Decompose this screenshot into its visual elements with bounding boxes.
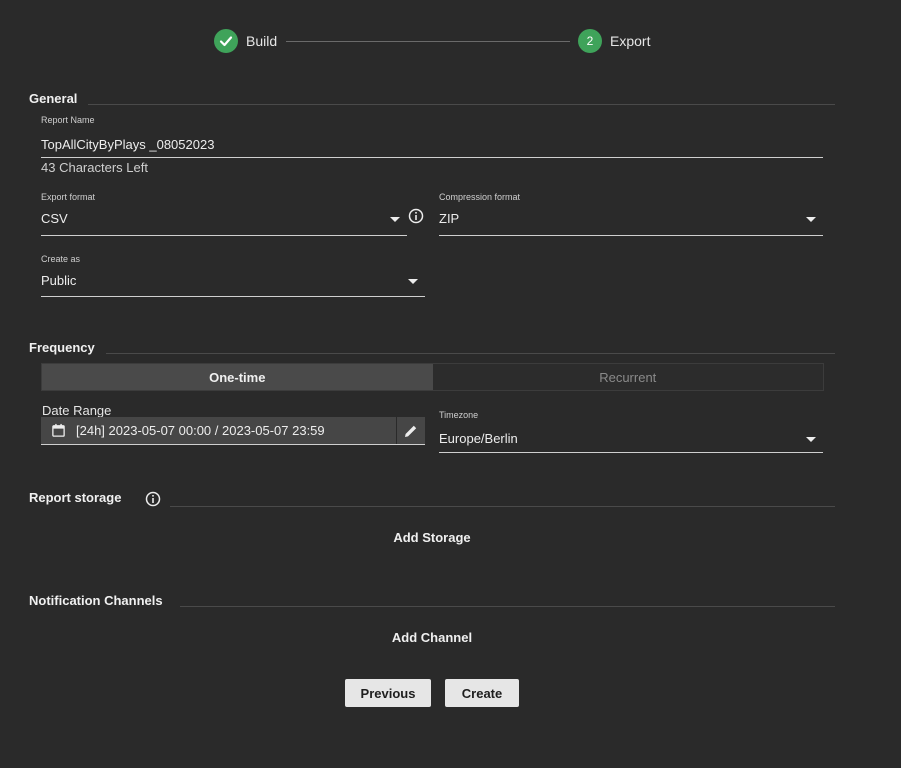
notification-channels-section-rule (180, 606, 835, 607)
date-range-field[interactable]: [24h] 2023-05-07 00:00 / 2023-05-07 23:5… (41, 417, 425, 445)
recurrent-tab[interactable]: Recurrent (432, 364, 823, 390)
add-channel-button[interactable]: Add Channel (372, 630, 492, 645)
calendar-icon[interactable] (51, 423, 66, 438)
one-time-tab[interactable]: One-time (42, 364, 433, 390)
compression-format-select[interactable]: ZIP (439, 211, 459, 226)
date-range-divider (396, 417, 397, 444)
stepper-connector (286, 41, 570, 42)
compression-chevron-down-icon[interactable] (806, 217, 816, 222)
export-format-label: Export format (41, 192, 96, 202)
general-section-rule (88, 104, 835, 105)
notification-channels-section-title: Notification Channels (29, 593, 163, 608)
previous-button[interactable]: Previous (345, 679, 431, 707)
timezone-label: Timezone (439, 410, 479, 420)
create-as-select[interactable]: Public (41, 273, 76, 288)
frequency-section-rule (106, 353, 835, 354)
export-format-chevron-down-icon[interactable] (390, 217, 400, 222)
date-range-value[interactable]: [24h] 2023-05-07 00:00 / 2023-05-07 23:5… (76, 423, 396, 438)
create-as-chevron-down-icon[interactable] (408, 279, 418, 284)
step-export-label[interactable]: Export (610, 33, 650, 49)
frequency-toggle: One-time Recurrent (41, 363, 824, 391)
report-storage-info-icon[interactable] (145, 491, 161, 507)
check-icon (219, 36, 233, 47)
timezone-underline (439, 452, 823, 453)
report-name-label: Report Name (41, 115, 95, 125)
report-name-underline (41, 157, 823, 158)
create-button[interactable]: Create (445, 679, 519, 707)
pencil-icon[interactable] (403, 423, 419, 439)
compression-format-label: Compression format (439, 192, 521, 202)
report-storage-section-rule (170, 506, 835, 507)
export-format-select[interactable]: CSV (41, 211, 68, 226)
step-export-number[interactable]: 2 (578, 29, 602, 53)
step-build-label[interactable]: Build (246, 33, 277, 49)
characters-left-hint: 43 Characters Left (41, 160, 148, 175)
export-format-underline (41, 235, 407, 236)
general-section-title: General (29, 91, 78, 106)
add-storage-button[interactable]: Add Storage (372, 530, 492, 545)
report-name-input[interactable]: TopAllCityByPlays _08052023 (41, 137, 214, 152)
timezone-chevron-down-icon[interactable] (806, 437, 816, 442)
compression-format-underline (439, 235, 823, 236)
timezone-select[interactable]: Europe/Berlin (439, 431, 518, 446)
export-format-info-icon[interactable] (408, 208, 424, 224)
report-storage-section-title: Report storage (29, 490, 122, 505)
frequency-section-title: Frequency (29, 340, 95, 355)
step-build-complete-icon[interactable] (214, 29, 238, 53)
create-as-label: Create as (41, 254, 81, 264)
create-as-underline (41, 296, 425, 297)
date-range-label: Date Range (42, 403, 112, 418)
